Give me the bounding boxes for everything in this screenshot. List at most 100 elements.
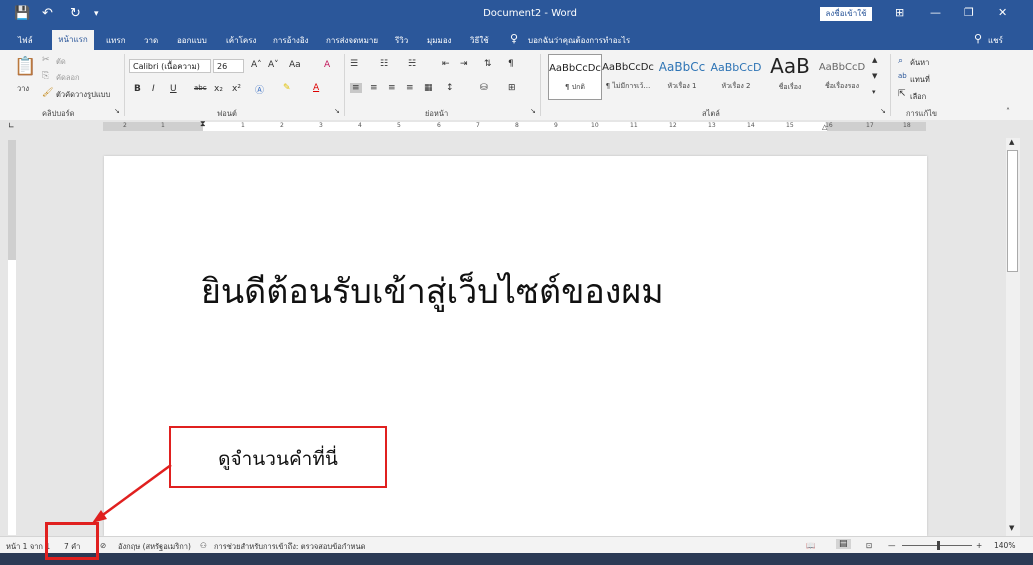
grow-font-icon[interactable]: A˄ xyxy=(251,60,262,70)
decrease-indent-icon[interactable]: ⇤ xyxy=(442,59,450,69)
tab-layout[interactable]: เค้าโครง xyxy=(226,34,256,47)
styles-launcher-icon[interactable]: ↘ xyxy=(880,107,886,115)
italic-icon[interactable]: I xyxy=(152,84,155,94)
highlight-color-icon[interactable]: ✎ xyxy=(283,83,291,93)
font-launcher-icon[interactable]: ↘ xyxy=(334,107,340,115)
align-right-icon[interactable]: ≡ xyxy=(388,83,396,93)
bold-icon[interactable]: B xyxy=(134,84,141,94)
tell-me-search[interactable]: บอกฉันว่าคุณต้องการทำอะไร xyxy=(528,34,630,47)
shrink-font-icon[interactable]: A˅ xyxy=(268,60,279,70)
close-icon[interactable]: ✕ xyxy=(998,6,1007,19)
bullets-icon[interactable]: ☰ xyxy=(350,59,358,69)
borders-icon[interactable]: ⊞ xyxy=(508,83,516,93)
tab-selector-icon[interactable]: ∟ xyxy=(8,121,15,130)
style-heading-2[interactable]: AaBbCcD หัวเรื่อง 2 xyxy=(710,54,762,98)
paragraph-launcher-icon[interactable]: ↘ xyxy=(530,107,536,115)
copy-label[interactable]: คัดลอก xyxy=(56,72,80,84)
replace-button[interactable]: แทนที่ xyxy=(910,74,930,86)
style-no-spacing[interactable]: AaBbCcDc ¶ ไม่มีการเว้… xyxy=(602,54,654,98)
format-painter-label[interactable]: ตัวคัดวางรูปแบบ xyxy=(56,89,110,101)
increase-indent-icon[interactable]: ⇥ xyxy=(460,59,468,69)
style-subtitle[interactable]: AaBbCcD ชื่อเรื่องรอง xyxy=(816,54,868,98)
scroll-thumb[interactable] xyxy=(1007,150,1018,272)
style-title[interactable]: AaB ชื่อเรื่อง xyxy=(764,54,816,98)
tab-design[interactable]: ออกแบบ xyxy=(177,34,207,47)
indent-marker-icon[interactable]: ⧗ xyxy=(200,119,206,129)
select-button[interactable]: เลือก xyxy=(910,91,926,103)
zoom-out-icon[interactable]: — xyxy=(888,541,896,550)
find-icon[interactable]: ⌕ xyxy=(898,56,903,66)
redo-icon[interactable]: ↻ xyxy=(70,6,81,21)
tab-view[interactable]: มุมมอง xyxy=(427,34,452,47)
vertical-ruler[interactable] xyxy=(8,140,16,535)
tab-insert[interactable]: แทรก xyxy=(106,34,126,47)
tab-draw[interactable]: วาด xyxy=(144,34,158,47)
customize-toolbar-icon[interactable]: ▾ xyxy=(94,9,99,19)
styles-scroll-down-icon[interactable]: ▼ xyxy=(872,72,877,80)
clipboard-launcher-icon[interactable]: ↘ xyxy=(114,107,120,115)
tab-review[interactable]: รีวิว xyxy=(395,34,408,47)
styles-more-icon[interactable]: ▾ xyxy=(872,88,876,96)
print-layout-icon[interactable]: ▤ xyxy=(836,539,851,549)
restore-icon[interactable]: ❐ xyxy=(964,6,974,19)
styles-scroll-up-icon[interactable]: ▲ xyxy=(872,56,877,64)
undo-icon[interactable]: ↶ xyxy=(42,6,53,21)
zoom-slider-thumb[interactable] xyxy=(937,541,940,550)
share-button[interactable]: แชร์ xyxy=(988,34,1003,47)
horizontal-ruler[interactable]: 2 1 1 2 3 4 5 6 7 8 9 10 11 12 13 14 15 … xyxy=(103,119,926,131)
show-formatting-icon[interactable]: ¶ xyxy=(508,59,514,69)
superscript-icon[interactable]: x² xyxy=(232,84,241,94)
document-text[interactable]: ยินดีต้อนรับเข้าสู่เว็บไซต์ของผม xyxy=(201,264,664,318)
change-case-icon[interactable]: Aa xyxy=(289,60,301,70)
clear-formatting-icon[interactable]: A xyxy=(324,60,330,70)
page-count[interactable]: หน้า 1 จาก 1 xyxy=(6,541,50,553)
cut-label[interactable]: ตัด xyxy=(56,56,66,68)
find-button[interactable]: ค้นหา xyxy=(910,57,929,69)
subscript-icon[interactable]: x₂ xyxy=(214,84,223,94)
zoom-level[interactable]: 140% xyxy=(994,541,1015,550)
tab-file[interactable]: ไฟล์ xyxy=(18,34,33,47)
right-indent-marker-icon[interactable]: △ xyxy=(822,123,827,131)
underline-icon[interactable]: U xyxy=(170,84,177,94)
justify-icon[interactable]: ≡ xyxy=(406,83,414,93)
style-heading-1[interactable]: AaBbCc หัวเรื่อง 1 xyxy=(656,54,708,98)
scroll-down-icon[interactable]: ▼ xyxy=(1009,524,1014,532)
ribbon-display-options-icon[interactable]: ⊞ xyxy=(895,6,904,19)
save-icon[interactable]: 💾 xyxy=(14,6,30,21)
text-effects-icon[interactable]: Ⓐ xyxy=(255,83,264,96)
collapse-ribbon-icon[interactable]: ˄ xyxy=(1006,107,1010,116)
select-icon[interactable]: ⇱ xyxy=(898,89,906,99)
minimize-icon[interactable]: — xyxy=(930,6,941,19)
tab-help[interactable]: วิธีใช้ xyxy=(470,34,489,47)
tab-home[interactable]: หน้าแรก xyxy=(52,30,94,50)
line-spacing-icon[interactable]: ↕ xyxy=(446,83,454,93)
paste-icon[interactable]: 📋 xyxy=(14,56,36,77)
font-name-combo[interactable]: Calibri (เนื้อความ) xyxy=(129,59,211,73)
read-mode-icon[interactable]: 📖 xyxy=(806,541,815,550)
sign-in-button[interactable]: ลงชื่อเข้าใช้ xyxy=(820,7,872,21)
replace-icon[interactable]: ab xyxy=(898,72,907,80)
vertical-scrollbar[interactable]: ▲ ▼ xyxy=(1006,138,1020,536)
proofing-icon[interactable]: ⊘ xyxy=(100,541,106,550)
language-indicator[interactable]: อังกฤษ (สหรัฐอเมริกา) xyxy=(118,541,191,553)
zoom-in-icon[interactable]: + xyxy=(976,541,982,550)
paste-label[interactable]: วาง xyxy=(17,83,29,95)
distributed-icon[interactable]: ▦ xyxy=(424,83,433,93)
font-size-combo[interactable]: 26 xyxy=(213,59,244,73)
scroll-up-icon[interactable]: ▲ xyxy=(1009,138,1014,146)
align-left-icon[interactable]: ≡ xyxy=(350,83,362,93)
multilevel-list-icon[interactable]: ☵ xyxy=(408,59,416,69)
share-icon[interactable]: ⚲ xyxy=(974,32,982,45)
tab-references[interactable]: การอ้างอิง xyxy=(273,34,309,47)
web-layout-icon[interactable]: ⊡ xyxy=(866,541,872,550)
strikethrough-icon[interactable]: abc xyxy=(194,84,207,92)
sort-icon[interactable]: ⇅ xyxy=(484,59,492,69)
copy-icon[interactable]: ⎘ xyxy=(42,71,49,81)
tab-mailings[interactable]: การส่งจดหมาย xyxy=(326,34,378,47)
font-color-icon[interactable]: A xyxy=(313,83,319,93)
style-normal[interactable]: AaBbCcDc ¶ ปกติ xyxy=(548,54,602,100)
accessibility-status[interactable]: การช่วยสำหรับการเข้าถึง: ตรวจสอบข้อกำหนด xyxy=(214,541,365,553)
cut-icon[interactable]: ✂ xyxy=(42,55,50,65)
format-painter-icon[interactable]: 🖌 xyxy=(42,88,53,98)
align-center-icon[interactable]: ≡ xyxy=(370,83,378,93)
